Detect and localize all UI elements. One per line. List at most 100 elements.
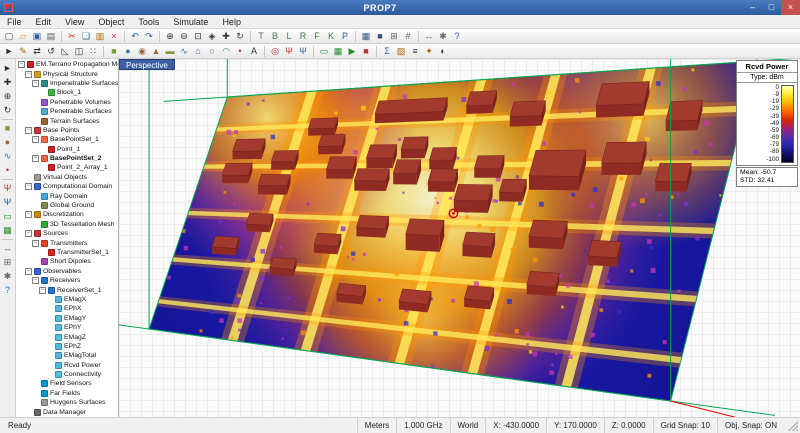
tree-item-em-terrano-propagation-module[interactable]: −EM.Terrano Propagation Module (16, 60, 118, 69)
status-obj-snap[interactable]: Obj. Snap: ON (717, 418, 784, 433)
grid-tool-icon[interactable]: ⊞ (1, 256, 14, 269)
help-tool-icon[interactable]: ? (1, 284, 14, 297)
scene-svg[interactable] (119, 59, 800, 417)
polyline-tool-icon[interactable]: ∿ (1, 150, 14, 163)
draw-polyline-icon[interactable]: ∿ (178, 45, 191, 58)
color-map-icon[interactable]: ▧ (395, 45, 408, 58)
new-icon[interactable]: ▢ (3, 30, 16, 43)
tree-item-3d-tessellation-mesh[interactable]: 3D Tessellation Mesh (16, 220, 118, 229)
delete-icon[interactable]: × (108, 30, 121, 43)
tree-item-block-1[interactable]: Block_1 (16, 88, 118, 97)
menu-simulate[interactable]: Simulate (166, 15, 215, 29)
cylinder-tool-icon[interactable]: ● (1, 136, 14, 149)
tree-item-connectivity[interactable]: Connectivity (16, 370, 118, 379)
menu-object[interactable]: Object (91, 15, 131, 29)
select-icon[interactable]: ► (3, 45, 16, 58)
tree-item-point-1[interactable]: Point_1 (16, 145, 118, 154)
tree-item-transmitters[interactable]: −Transmitters (16, 238, 118, 247)
snap-toggle-icon[interactable]: # (402, 30, 415, 43)
receiver-tool-icon[interactable]: Ψ (1, 196, 14, 209)
rotate-view-icon[interactable]: ↻ (234, 30, 247, 43)
measure-icon[interactable]: ↔ (423, 30, 436, 43)
expand-toggle[interactable]: − (25, 183, 32, 190)
maximize-button[interactable]: □ (762, 0, 781, 15)
tree-item-receiverset-1[interactable]: −ReceiverSet_1 (16, 285, 118, 294)
view-front-icon[interactable]: F (311, 30, 324, 43)
tree-item-far-fields[interactable]: Far Fields (16, 389, 118, 398)
expand-toggle[interactable]: − (39, 287, 46, 294)
shaded-icon[interactable]: ■ (374, 30, 387, 43)
help-icon[interactable]: ? (451, 30, 464, 43)
tree-item-base-points[interactable]: −Base Points (16, 126, 118, 135)
menu-edit[interactable]: Edit (29, 15, 59, 29)
draw-sphere-icon[interactable]: ● (122, 45, 135, 58)
tree-item-ephz[interactable]: EPhZ (16, 342, 118, 351)
cut-icon[interactable]: ✂ (66, 30, 79, 43)
minimize-button[interactable]: – (743, 0, 762, 15)
draw-arc-icon[interactable]: ◠ (220, 45, 233, 58)
tree-item-physical-structure[interactable]: −Physical Structure (16, 69, 118, 78)
scale-icon[interactable]: ◺ (59, 45, 72, 58)
view-back-icon[interactable]: K (325, 30, 338, 43)
undo-icon[interactable]: ↶ (129, 30, 142, 43)
draw-cone-icon[interactable]: ▲ (150, 45, 163, 58)
print-icon[interactable]: ▤ (45, 30, 58, 43)
view-right-icon[interactable]: R (297, 30, 310, 43)
tree-item-short-dipoles[interactable]: Short Dipoles (16, 257, 118, 266)
expand-toggle[interactable]: − (32, 240, 39, 247)
transmitter-tool-icon[interactable]: Ψ (1, 182, 14, 195)
tree-item-emagx[interactable]: EMagX (16, 295, 118, 304)
properties-tool-icon[interactable]: ✱ (1, 270, 14, 283)
tree-item-data-manager[interactable]: Data Manager (16, 407, 118, 416)
tree-item-emagy[interactable]: EMagY (16, 314, 118, 323)
tree-item-sources[interactable]: −Sources (16, 229, 118, 238)
tree-item-penetrable-volumes[interactable]: Penetrable Volumes (16, 98, 118, 107)
settings-icon[interactable]: ✱ (437, 30, 450, 43)
animate-icon[interactable]: ◐ (437, 45, 450, 58)
array-icon[interactable]: ∷ (87, 45, 100, 58)
menu-help[interactable]: Help (215, 15, 248, 29)
tree-item-ephx[interactable]: EPhX (16, 304, 118, 313)
mesh-tool-icon[interactable]: ▦ (1, 224, 14, 237)
draw-plane-icon[interactable]: ▬ (164, 45, 177, 58)
expand-toggle[interactable]: − (25, 127, 32, 134)
tree-item-field-sensors[interactable]: Field Sensors (16, 379, 118, 388)
tree-item-receivers[interactable]: −Receivers (16, 276, 118, 285)
move-icon[interactable]: ⇄ (31, 45, 44, 58)
view-tab-perspective[interactable]: Perspective (119, 59, 175, 70)
redo-icon[interactable]: ↷ (143, 30, 156, 43)
zoom-in-icon[interactable]: ⊕ (164, 30, 177, 43)
plot-results-icon[interactable]: Σ (381, 45, 394, 58)
expand-toggle[interactable]: − (32, 155, 39, 162)
tree-item-ephy[interactable]: EPhY (16, 323, 118, 332)
transmitter-icon[interactable]: Ψ (283, 45, 296, 58)
tree-item-emagtotal[interactable]: EMagTotal (16, 351, 118, 360)
tree-item-basepointset-2[interactable]: −BasePointSet_2 (16, 154, 118, 163)
draw-polygon-icon[interactable]: ⌂ (192, 45, 205, 58)
resize-grip[interactable] (788, 421, 798, 431)
expand-toggle[interactable]: − (18, 61, 25, 68)
tree-item-emagz[interactable]: EMagZ (16, 332, 118, 341)
pan-tool-icon[interactable]: ✚ (1, 76, 14, 89)
point-tool-icon[interactable]: • (1, 164, 14, 177)
snapshot-icon[interactable]: ✦ (423, 45, 436, 58)
expand-toggle[interactable]: − (32, 136, 39, 143)
measure-tool-icon[interactable]: ↔ (1, 242, 14, 255)
tree-item-terrain-surfaces[interactable]: Terrain Surfaces (16, 116, 118, 125)
zoom-extents-icon[interactable]: ◈ (206, 30, 219, 43)
stop-simulation-icon[interactable]: ■ (360, 45, 373, 58)
view-bottom-icon[interactable]: B (269, 30, 282, 43)
save-icon[interactable]: ▣ (31, 30, 44, 43)
tree-item-virtual-objects[interactable]: Virtual Objects (16, 173, 118, 182)
wireframe-icon[interactable]: ▦ (360, 30, 373, 43)
tree-item-ray-domain[interactable]: Ray Domain (16, 191, 118, 200)
view-perspective-icon[interactable]: P (339, 30, 352, 43)
paste-icon[interactable]: ▥ (94, 30, 107, 43)
menu-tools[interactable]: Tools (131, 15, 166, 29)
close-button[interactable]: × (781, 0, 800, 15)
tree-item-observables[interactable]: −Observables (16, 267, 118, 276)
view-top-icon[interactable]: T (255, 30, 268, 43)
tree-item-penetrable-surfaces[interactable]: Penetrable Surfaces (16, 107, 118, 116)
tree-item-basepointset-1[interactable]: −BasePointSet_1 (16, 135, 118, 144)
draw-box-icon[interactable]: ■ (108, 45, 121, 58)
